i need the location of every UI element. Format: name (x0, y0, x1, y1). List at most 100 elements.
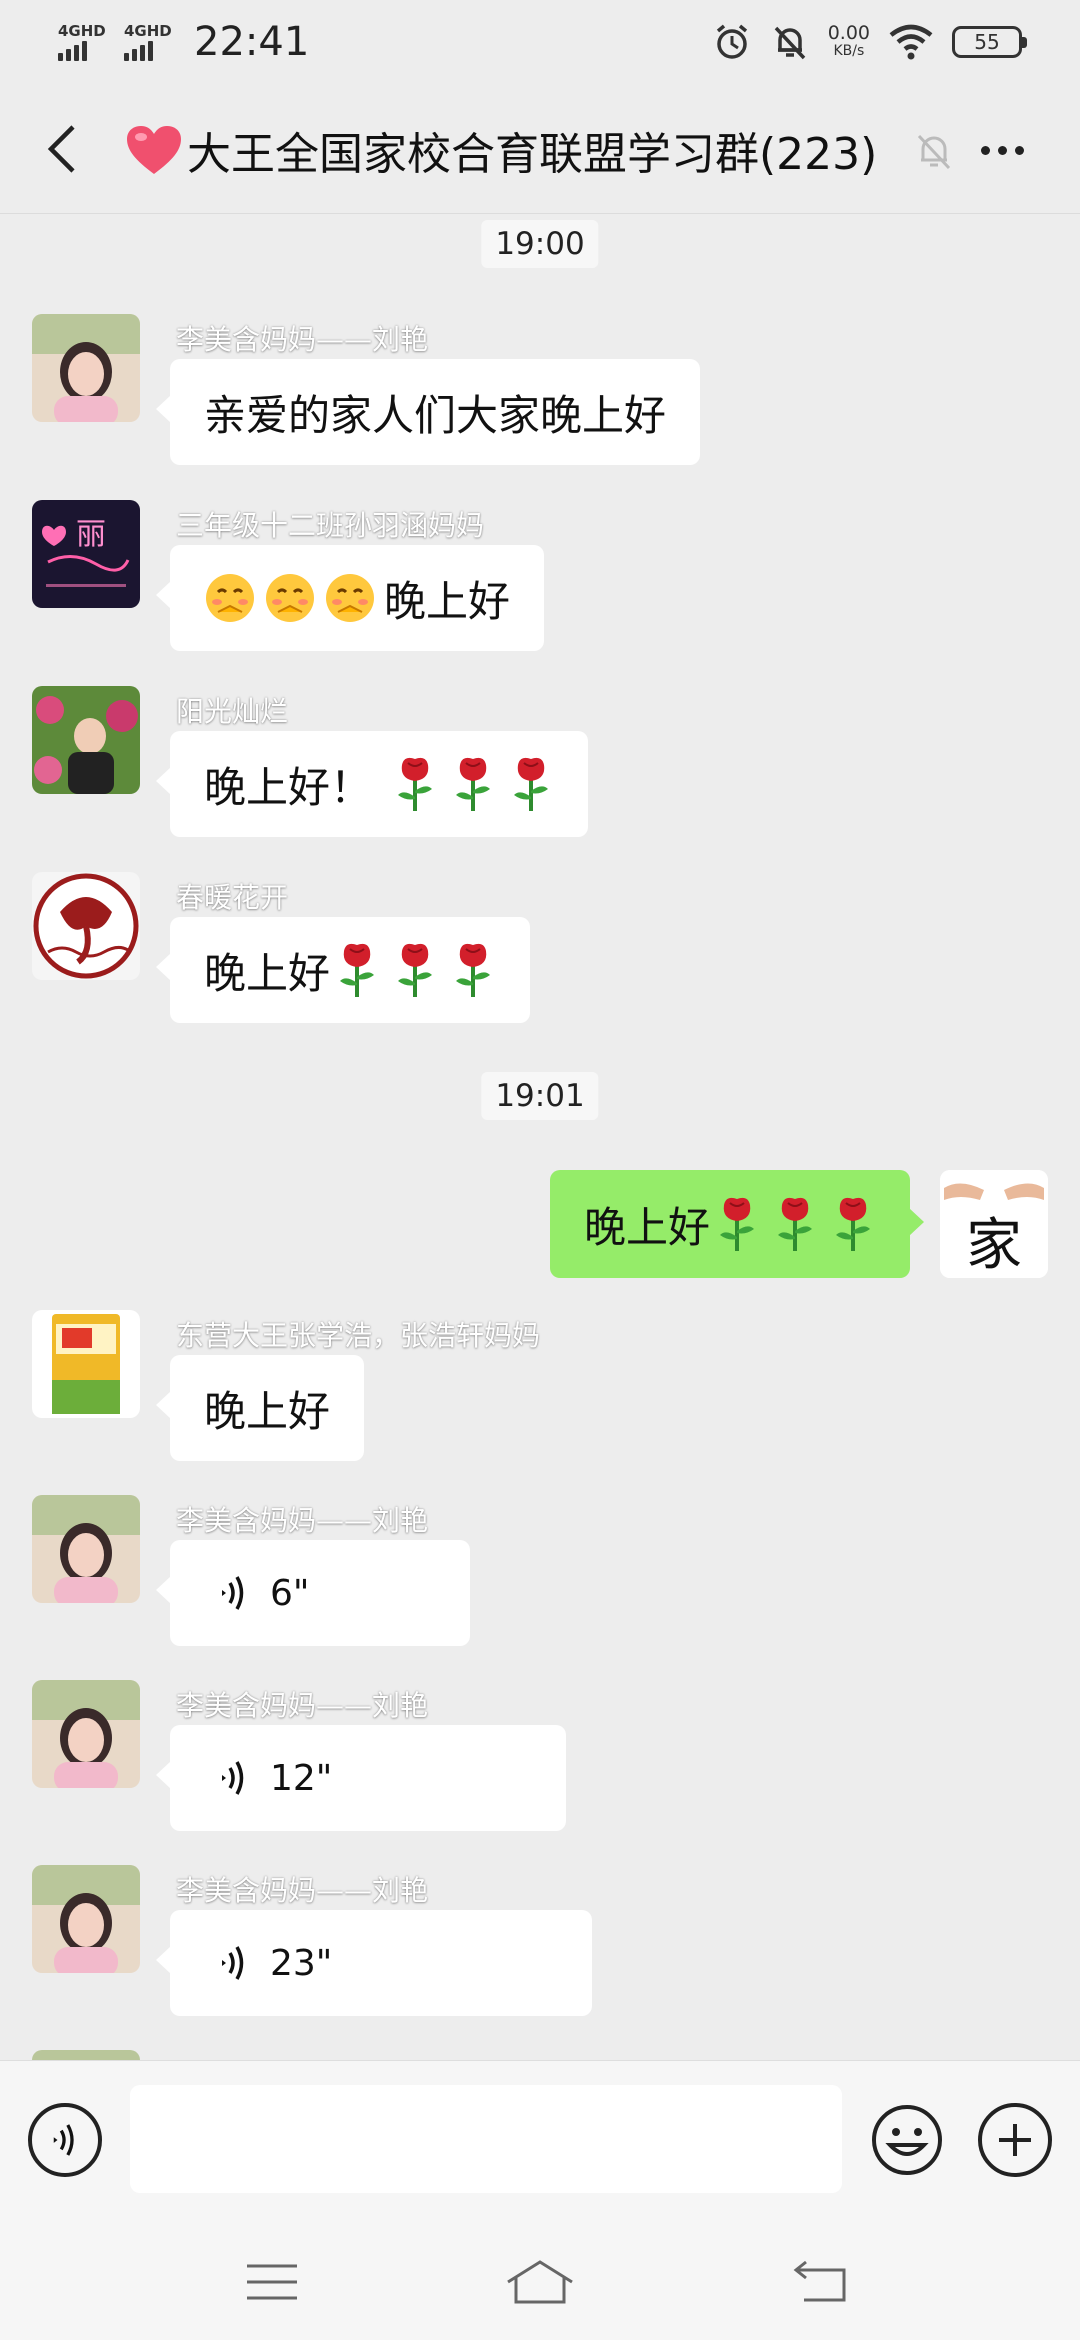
dot (1014, 145, 1024, 155)
system-navigation-bar (0, 2222, 1080, 2340)
plus-circle-icon (999, 2124, 1031, 2156)
blushing-face-icon (266, 574, 314, 622)
message-text: 晚上好 (204, 1386, 331, 1436)
sender-name: 李美含妈妈——刘艳 (176, 1689, 429, 1722)
avatar-image (32, 2050, 140, 2060)
speed-value: 0.00 (827, 22, 870, 44)
chevron-left-icon (47, 125, 75, 173)
avatar-image (32, 314, 140, 422)
voice-message-bubble[interactable]: 6" (156, 1540, 470, 1646)
avatar[interactable] (32, 1495, 140, 1603)
message-bubble[interactable]: 晚上好 (155, 545, 545, 651)
avatar[interactable] (32, 686, 140, 794)
sender-name: 东营大王张学浩，张浩轩妈妈 (176, 1319, 541, 1352)
battery-level: 55 (974, 30, 1000, 54)
avatar[interactable] (32, 1865, 140, 1973)
heart-icon (127, 126, 181, 174)
network-label: 4GHD (58, 22, 106, 40)
blushing-face-icon (326, 574, 374, 622)
wifi-icon (889, 24, 933, 60)
voice-message-bubble[interactable]: 12" (156, 1725, 566, 1831)
avatar[interactable]: 丽 (32, 500, 140, 608)
avatar-text: 丽 (76, 517, 106, 552)
avatar[interactable] (32, 1680, 140, 1788)
chat-header: 大王全国家校合育联盟学习群(223) (0, 84, 1080, 214)
rose-icon (398, 943, 433, 997)
message-bubble[interactable]: 晚上好！ (155, 731, 589, 837)
message-bubble[interactable]: 亲爱的家人们大家晚上好 (155, 359, 701, 465)
bell-off-icon (774, 26, 805, 60)
avatar-image (32, 686, 140, 794)
blushing-face-icon (206, 574, 254, 622)
voice-message-bubble[interactable]: 23" (156, 1910, 592, 2016)
voice-duration: 6" (270, 1572, 310, 1614)
timestamp: 19:00 (481, 220, 599, 268)
avatar-image (32, 1865, 140, 1973)
battery-icon: 55 (952, 26, 1027, 58)
rose-icon (456, 757, 491, 811)
sender-name: 阳光灿烂 (176, 695, 289, 728)
signal-icon (58, 41, 87, 61)
message-text: 亲爱的家人们大家晚上好 (204, 390, 667, 440)
sender-name: 李美含妈妈——刘艳 (176, 1874, 429, 1907)
rose-icon (456, 943, 491, 997)
message-text: 晚上好 (204, 948, 331, 998)
avatar-image (32, 1680, 140, 1788)
avatar-image (32, 1495, 140, 1603)
status-bar: 4GHD 4GHD 22:41 0.00 KB/s 55 (0, 0, 1080, 84)
message-text: 晚上好！ (204, 762, 373, 812)
avatar[interactable] (32, 872, 140, 980)
avatar-text: 家 (966, 1213, 1022, 1278)
rose-icon (720, 1197, 754, 1251)
network-label: 4GHD (124, 22, 172, 40)
back-icon (793, 2260, 846, 2302)
message-bubble[interactable]: 晚上好 (155, 917, 531, 1023)
alarm-icon (716, 24, 747, 59)
avatar-image (32, 1310, 140, 1418)
avatar-image: 家 (940, 1170, 1048, 1278)
avatar[interactable] (32, 1310, 140, 1418)
message-bubble-own[interactable]: 晚上好 (549, 1170, 925, 1278)
speed-unit: KB/s (833, 43, 865, 59)
voice-icon (222, 1576, 244, 1610)
network-indicator-1: 4GHD (58, 23, 110, 61)
voice-input-button[interactable] (28, 2103, 102, 2177)
rose-icon (340, 943, 375, 997)
page-title: 大王全国家校合育联盟学习群(223) (125, 122, 877, 180)
menu-button[interactable] (232, 2252, 312, 2312)
message-bubble[interactable]: 晚上好 (155, 1355, 365, 1461)
back-button[interactable] (30, 117, 94, 181)
chat-area[interactable]: 19:00 李美含妈妈——刘艳 亲爱的家人们大家晚上好 丽 三年级十二班孙羽涵妈… (0, 214, 1080, 2060)
back-nav-button[interactable] (782, 2252, 862, 2312)
bell-off-icon (917, 134, 951, 170)
voice-icon (53, 2124, 74, 2156)
home-button[interactable] (500, 2252, 580, 2312)
avatar[interactable] (32, 2050, 140, 2060)
rose-icon (514, 757, 549, 811)
voice-icon (222, 1761, 244, 1795)
more-button[interactable] (970, 124, 1034, 176)
rose-icon (778, 1197, 812, 1251)
own-avatar[interactable]: 家 (940, 1170, 1048, 1278)
timestamp: 19:01 (481, 1072, 599, 1120)
status-left: 4GHD 4GHD 22:41 (58, 19, 309, 65)
dot (997, 145, 1007, 155)
menu-icon (247, 2264, 297, 2300)
clock: 22:41 (194, 19, 310, 65)
voice-duration: 23" (270, 1942, 333, 1984)
network-indicator-2: 4GHD (124, 23, 176, 61)
plus-button[interactable] (978, 2103, 1052, 2177)
sender-name: 三年级十二班孙羽涵妈妈 (176, 509, 485, 542)
rose-icon (836, 1197, 870, 1251)
input-bar (0, 2060, 1080, 2222)
status-right: 0.00 KB/s 55 (712, 22, 1027, 62)
avatar[interactable] (32, 314, 140, 422)
smiley-icon[interactable] (870, 2103, 944, 2177)
dot (980, 145, 990, 155)
message-input[interactable] (130, 2085, 842, 2193)
signal-icon (124, 41, 153, 61)
sender-name: 李美含妈妈——刘艳 (176, 323, 429, 356)
chat-title-text: 大王全国家校合育联盟学习群(223) (187, 129, 878, 180)
voice-duration: 12" (270, 1757, 333, 1799)
sender-name: 春暖花开 (176, 881, 289, 914)
